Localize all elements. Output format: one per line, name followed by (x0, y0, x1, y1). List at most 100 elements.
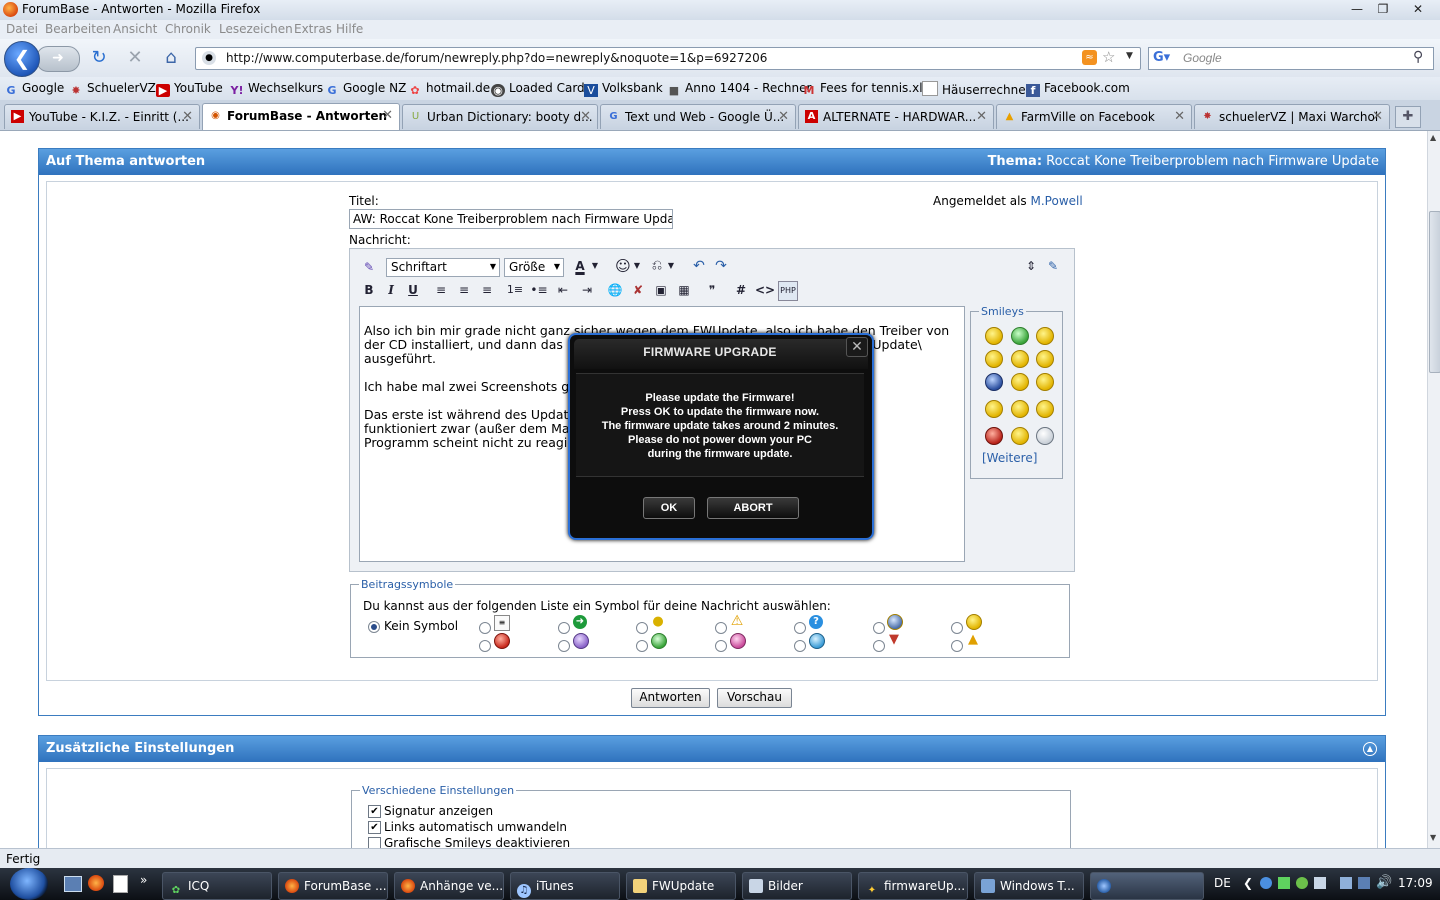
align-center-icon[interactable]: ≡ (455, 281, 473, 299)
wrap-code-icon[interactable]: # (732, 281, 750, 299)
post-icon-radio[interactable] (636, 622, 648, 634)
search-bar[interactable]: G▾ Google ⚲ (1148, 47, 1434, 70)
scroll-up-icon[interactable]: ▲ (1430, 133, 1436, 142)
bold-icon[interactable]: B (360, 281, 378, 299)
php-code-icon[interactable]: PHP (778, 281, 798, 301)
smiley-surprised-icon[interactable] (1011, 427, 1029, 445)
menu-chronik[interactable]: Chronik (165, 22, 211, 36)
url-text[interactable]: http://www.computerbase.de/forum/newrepl… (226, 51, 767, 65)
italic-icon[interactable]: I (382, 281, 400, 299)
post-icon-radio[interactable] (873, 622, 885, 634)
menu-lesezeichen[interactable]: Lesezeichen (219, 22, 293, 36)
bookmark-google-nz[interactable]: G Google NZ (325, 81, 406, 97)
smiley-cool-icon[interactable] (1036, 350, 1054, 368)
close-tab-icon[interactable]: ✕ (976, 109, 987, 124)
tray-green-icon[interactable] (1296, 877, 1308, 889)
dialog-abort-button[interactable]: ABORT (707, 497, 799, 519)
switch-editor-mode-icon[interactable]: ✎ (1044, 257, 1062, 275)
bookmark-star-icon[interactable]: ☆ (1102, 48, 1115, 66)
preview-button[interactable]: Vorschau (717, 688, 792, 708)
smiley-grin-icon[interactable] (1011, 327, 1029, 345)
chevron-down-icon[interactable]: ▼ (632, 257, 642, 275)
post-icon-radio-none[interactable] (368, 621, 380, 633)
tab-schuelervz[interactable]: ✸ schuelerVZ | Maxi Warchol ✕ (1194, 104, 1390, 129)
dialog-close-icon[interactable]: ✕ (846, 337, 868, 357)
post-icon-radio[interactable] (715, 640, 727, 652)
menu-ansicht[interactable]: Ansicht (113, 22, 157, 36)
size-select[interactable]: Größe ▼ (504, 258, 564, 277)
start-button[interactable] (10, 868, 48, 900)
undo-icon[interactable]: ↶ (690, 257, 708, 275)
unordered-list-icon[interactable]: •≡ (530, 281, 548, 299)
scrollbar-thumb[interactable] (1429, 211, 1440, 373)
tray-expand-icon[interactable]: ❮ (1243, 876, 1253, 890)
bookmark-fees-for-tennis[interactable]: M Fees for tennis.xls (802, 81, 929, 97)
smiley-eek-icon[interactable] (985, 350, 1003, 368)
bookmark-google[interactable]: G Google (4, 81, 64, 97)
bookmark-schuelervz[interactable]: ✸ SchuelerVZ (69, 81, 156, 97)
post-icon-radio[interactable] (479, 640, 491, 652)
tray-volume-icon[interactable]: 🔊 (1376, 875, 1392, 890)
taskbar-item-anhaenge[interactable]: Anhänge ve... (394, 872, 504, 900)
show-signature-checkbox[interactable]: ✔ (368, 805, 381, 818)
bookmark-haeuserrechner[interactable]: Häuserrechner (922, 81, 1031, 97)
tray-network-icon[interactable] (1260, 877, 1272, 889)
bookmark-wechselkurs[interactable]: Y! Wechselkurs (230, 81, 324, 97)
post-icon-radio[interactable] (558, 622, 570, 634)
tab-forumbase[interactable]: ◉ ForumBase - Antworten ✕ (202, 103, 400, 130)
post-icon-radio[interactable] (479, 622, 491, 634)
firefox-quicklaunch-icon[interactable] (88, 875, 104, 891)
post-icon-radio[interactable] (951, 640, 963, 652)
smiley-freak-icon[interactable] (1011, 373, 1029, 391)
bookmark-loaded-card[interactable]: ◉ Loaded Card (491, 81, 585, 97)
search-icon[interactable]: ⚲ (1413, 49, 1423, 65)
menu-extras[interactable]: Extras (294, 22, 332, 36)
tab-farmville[interactable]: ▲ FarmVille on Facebook ✕ (996, 104, 1192, 129)
home-icon[interactable]: ⌂ (160, 47, 182, 69)
title-input[interactable]: AW: Roccat Kone Treiberproblem nach Firm… (349, 209, 673, 229)
post-icon-radio[interactable] (951, 622, 963, 634)
taskbar-item-windows-task-manager[interactable]: Windows T... (974, 872, 1084, 900)
menu-hilfe[interactable]: Hilfe (336, 22, 363, 36)
clock[interactable]: 17:09 (1398, 876, 1433, 890)
align-left-icon[interactable]: ≡ (432, 281, 450, 299)
stop-icon[interactable]: ✕ (124, 47, 146, 69)
scroll-down-icon[interactable]: ▼ (1430, 833, 1436, 842)
taskbar-item-bilder[interactable]: Bilder (742, 872, 852, 900)
resize-editor-icon[interactable]: ⇕ (1022, 257, 1040, 275)
underline-icon[interactable]: U (404, 281, 422, 299)
google-engine-icon[interactable]: G▾ (1153, 50, 1170, 65)
ordered-list-icon[interactable]: 1≡ (506, 281, 524, 299)
smiley-king-icon[interactable] (1036, 400, 1054, 418)
taskbar-item-firmwareupdate[interactable]: ✦ firmwareUp... (858, 872, 968, 900)
url-bar[interactable]: ● http://www.computerbase.de/forum/newre… (195, 47, 1141, 70)
dialog-ok-button[interactable]: OK (643, 497, 695, 519)
post-icon-radio[interactable] (715, 622, 727, 634)
username-link[interactable]: M.Powell (1031, 194, 1083, 208)
back-button[interactable]: ❮ (4, 41, 40, 77)
chevron-down-icon[interactable]: ▼ (590, 257, 600, 275)
reload-icon[interactable]: ↻ (88, 47, 110, 69)
minimize-icon[interactable]: — (1344, 0, 1370, 18)
html-code-icon[interactable]: <> (755, 281, 775, 299)
menu-datei[interactable]: Datei (6, 22, 38, 36)
auto-links-checkbox[interactable]: ✔ (368, 821, 381, 834)
tray-display-icon[interactable] (1340, 877, 1352, 889)
show-desktop-icon[interactable] (64, 876, 82, 892)
tab-youtube[interactable]: ▶ YouTube - K.I.Z. - Einritt (... ✕ (4, 104, 200, 129)
quote-icon[interactable]: ❞ (703, 281, 721, 299)
restore-icon[interactable]: ❐ (1370, 0, 1396, 18)
post-icon-radio[interactable] (558, 640, 570, 652)
chevron-down-icon[interactable]: ▼ (666, 257, 676, 275)
font-color-icon[interactable]: A (571, 257, 589, 275)
url-dropdown-icon[interactable]: ▼ (1126, 51, 1133, 61)
bookmark-hotmail[interactable]: ✿ hotmail.de (408, 81, 490, 97)
insert-image-icon[interactable]: ▣ (652, 281, 670, 299)
menu-bearbeiten[interactable]: Bearbeiten (45, 22, 111, 36)
post-icon-radio[interactable] (794, 622, 806, 634)
close-tab-icon[interactable]: ✕ (382, 108, 393, 123)
collapse-icon[interactable]: ▲ (1363, 742, 1377, 756)
close-window-icon[interactable]: ✕ (1401, 0, 1435, 18)
bookmark-facebook[interactable]: f Facebook.com (1026, 81, 1130, 97)
tray-icq-icon[interactable] (1278, 877, 1290, 889)
